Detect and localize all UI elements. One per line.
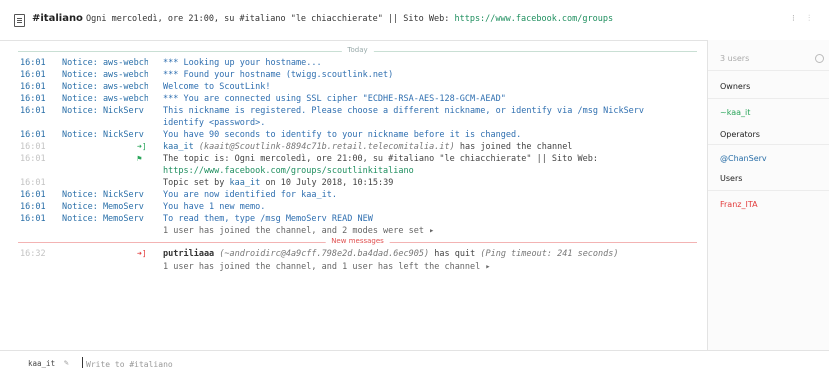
quit-event-row: 16:32 ➜] putriliaaa (~androidirc@4a9cff.79… (0, 249, 707, 260)
message-text: *** Found your hostname (twigg.scoutlink… (163, 70, 394, 80)
message-text: To read them, type /msg MemoServ READ NE… (163, 214, 373, 224)
channel-name: #italiano (32, 13, 83, 24)
message-row: 16:01 Notice: NickServ You are now identif… (0, 190, 707, 201)
users-header: Users (720, 174, 743, 183)
text-cursor (82, 357, 83, 368)
operators-header: Operators (720, 130, 760, 139)
message-text: You are now identified for kaa_it. (163, 190, 337, 200)
message-list: Today 16:01 Notice: aws-webch *** Looking … (0, 40, 707, 350)
event-nick[interactable]: kaa_it (230, 178, 261, 188)
message-row: 16:01 Notice: aws-webch Welcome to ScoutLi… (0, 82, 707, 93)
message-nick[interactable]: Notice: MemoServ (62, 214, 148, 224)
message-nick[interactable]: Notice: aws-webch (62, 82, 148, 92)
channel-header: #italiano Ogni mercoledì, ore 21:00, su … (0, 0, 829, 41)
timestamp: 16:32 (20, 249, 46, 259)
event-nick[interactable]: kaa_it (163, 142, 194, 152)
options-icon[interactable] (815, 54, 824, 63)
quit-event-text: putriliaaa (~androidirc@4a9cff.798e2d.ba… (163, 249, 619, 259)
topic-setby-text: Topic set by kaa_it on 10 July 2018, 10:… (163, 178, 393, 188)
timestamp: 16:01 (20, 190, 46, 200)
message-nick[interactable]: Notice: NickServ (62, 190, 148, 200)
timestamp: 16:01 (20, 82, 46, 92)
topic-link[interactable]: https://www.facebook.com/groups (454, 14, 613, 24)
message-text: You have 90 seconds to identify to your … (163, 130, 522, 140)
topic-link[interactable]: https://www.facebook.com/groups/scoutlin… (163, 166, 414, 176)
grouped-events-text[interactable]: 1 user has joined the channel, and 1 use… (163, 262, 491, 272)
new-messages-separator: New messages (18, 237, 697, 247)
own-nick[interactable]: kaa_it (28, 359, 55, 368)
owners-header: Owners (720, 82, 751, 91)
input-bar: kaa_it ✎ (0, 350, 829, 375)
message-text: Welcome to ScoutLink! (163, 82, 271, 92)
timestamp: 16:01 (20, 142, 46, 152)
message-row: 16:01 Notice: aws-webch *** You are connec… (0, 94, 707, 105)
member-list: 3 users Owners ~kaa_it Operators @ChanSe… (707, 40, 829, 350)
message-input[interactable] (84, 355, 788, 373)
event-host: (kaait@Scoutlink-8894c71b.retail.telecom… (198, 142, 455, 152)
message-row-continuation: identify <password>. (0, 118, 707, 129)
message-text: *** Looking up your hostname... (163, 58, 322, 68)
join-event-text: kaa_it (kaait@Scoutlink-8894c71b.retail.… (163, 142, 572, 152)
day-separator-label: Today (341, 46, 374, 54)
message-row: 16:01 Notice: MemoServ To read them, type … (0, 214, 707, 225)
topic-event-text: The topic is: Ogni mercoledì, ore 21:00,… (163, 154, 598, 164)
message-text: identify <password>. (163, 118, 266, 128)
timestamp: 16:01 (20, 214, 46, 224)
message-text: This nickname is registered. Please choo… (163, 106, 645, 116)
timestamp: 16:01 (20, 130, 46, 140)
member-owner[interactable]: ~kaa_it (720, 108, 750, 117)
message-row: 16:01 Notice: aws-webch *** Found your hos… (0, 70, 707, 81)
topic-text: Ogni mercoledì, ore 21:00, su #italiano … (86, 14, 450, 24)
message-nick[interactable]: Notice: NickServ (62, 106, 148, 116)
setby-prefix: Topic set by (163, 178, 225, 188)
message-nick[interactable]: Notice: aws-webch (62, 58, 148, 68)
user-count: 3 users (720, 54, 750, 63)
grouped-events-text[interactable]: 1 user has joined the channel, and 2 mod… (163, 226, 434, 236)
grouped-events-row[interactable]: 1 user has joined the channel, and 2 mod… (0, 226, 707, 237)
member-operator[interactable]: @ChanServ (720, 154, 767, 163)
message-row: 16:01 Notice: NickServ This nickname is re… (0, 106, 707, 117)
day-separator: Today (18, 46, 697, 56)
settings-icon[interactable]: ⁝ (792, 14, 795, 24)
message-nick[interactable]: Notice: MemoServ (62, 202, 148, 212)
topic-event-row: 16:01 ⚑ The topic is: Ogni mercoledì, ore … (0, 154, 707, 165)
event-host: (~androidirc@4a9cff.798e2d.ba4dad.6ec905… (219, 249, 430, 259)
timestamp: 16:01 (20, 154, 46, 164)
member-user[interactable]: Franz_ITA (720, 200, 758, 209)
channel-topic: Ogni mercoledì, ore 21:00, su #italiano … (86, 14, 613, 24)
message-row: 16:01 Notice: MemoServ You have 1 new memo… (0, 202, 707, 213)
join-event-row: 16:01 ➜] kaa_it (kaait@Scoutlink-8894c71b.… (0, 142, 707, 153)
message-row: 16:01 Notice: aws-webch *** Looking up you… (0, 58, 707, 69)
timestamp: 16:01 (20, 202, 46, 212)
join-arrow-icon: ➜] (137, 142, 147, 151)
quit-arrow-icon: ➜] (137, 249, 147, 258)
event-nick[interactable]: putriliaaa (163, 249, 214, 259)
message-text: *** You are connected using SSL cipher "… (163, 94, 506, 104)
message-text: You have 1 new memo. (163, 202, 266, 212)
new-messages-label: New messages (325, 237, 390, 245)
event-suffix: has quit (434, 249, 476, 259)
message-nick[interactable]: Notice: aws-webch (62, 94, 148, 104)
timestamp: 16:01 (20, 94, 46, 104)
menu-icon[interactable]: ⫶ (808, 14, 810, 24)
timestamp: 16:01 (20, 178, 46, 188)
message-row: 16:01 Notice: NickServ You have 90 seconds… (0, 130, 707, 141)
topic-flag-icon: ⚑ (137, 154, 142, 163)
timestamp: 16:01 (20, 106, 46, 116)
message-nick[interactable]: Notice: NickServ (62, 130, 148, 140)
timestamp: 16:01 (20, 70, 46, 80)
pencil-icon[interactable]: ✎ (64, 358, 69, 367)
quit-reason: (Ping timeout: 241 seconds) (480, 249, 619, 259)
grouped-events-row[interactable]: 1 user has joined the channel, and 1 use… (0, 262, 707, 273)
setby-suffix: on 10 July 2018, 10:15:39 (265, 178, 394, 188)
message-row-continuation: https://www.facebook.com/groups/scoutlin… (0, 166, 707, 177)
timestamp: 16:01 (20, 58, 46, 68)
message-nick[interactable]: Notice: aws-webch (62, 70, 148, 80)
event-suffix: has joined the channel (459, 142, 573, 152)
topic-setby-row: 16:01 Topic set by kaa_it on 10 July 2018… (0, 178, 707, 189)
topic-icon[interactable] (14, 14, 25, 27)
